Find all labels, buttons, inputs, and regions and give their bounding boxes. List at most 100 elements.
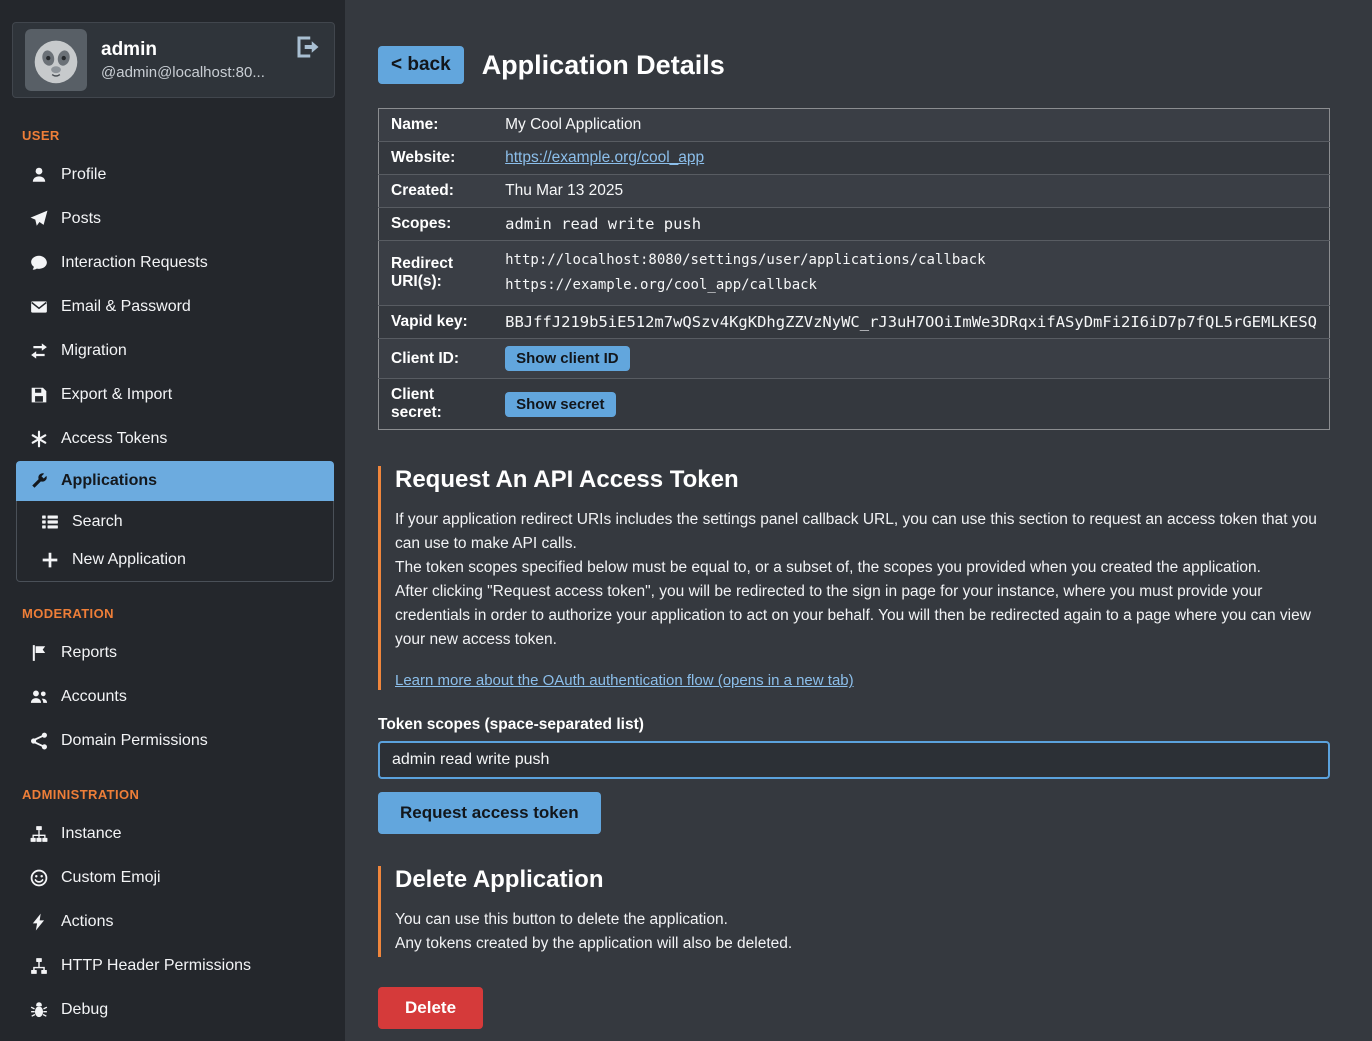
sidebar-item-label: Search <box>72 512 123 532</box>
sidebar-item-posts[interactable]: Posts <box>0 197 345 241</box>
floppy-icon <box>30 386 48 404</box>
sidebar-item-label: Reports <box>61 643 117 663</box>
delete-application-section: Delete Application You can use this butt… <box>378 866 1330 956</box>
token-request-section: Request An API Access Token If your appl… <box>378 466 1330 690</box>
table-row-client-id: Client ID: Show client ID <box>379 339 1330 379</box>
asterisk-icon <box>30 430 48 448</box>
sidebar-item-label: Instance <box>61 824 121 844</box>
row-value: Show client ID <box>493 339 1329 379</box>
sidebar-item-label: Accounts <box>61 687 127 707</box>
sidebar-item-new-application[interactable]: New Application <box>17 541 333 579</box>
row-value: My Cool Application <box>493 109 1329 142</box>
network-icon <box>30 957 48 975</box>
delete-button[interactable]: Delete <box>378 987 483 1029</box>
sidebar-item-label: Interaction Requests <box>61 253 208 273</box>
user-name: admin <box>101 39 265 61</box>
nav-administration: Instance Custom Emoji Actions HTTP Heade… <box>0 812 345 1032</box>
bug-icon <box>30 1001 48 1019</box>
table-row-vapid-key: Vapid key: BBJffJ219b5iE512m7wQSzv4KgKDh… <box>379 306 1330 339</box>
redirect-uri-2: https://example.org/cool_app/callback <box>505 273 1317 298</box>
sidebar-item-label: Applications <box>61 471 157 491</box>
row-label: Name: <box>379 109 494 142</box>
table-row-name: Name: My Cool Application <box>379 109 1330 142</box>
sidebar-item-applications[interactable]: Applications <box>16 461 334 501</box>
delete-section-heading: Delete Application <box>395 866 1330 894</box>
website-link[interactable]: https://example.org/cool_app <box>505 149 704 166</box>
users-icon <box>30 688 48 706</box>
plus-icon <box>41 551 59 569</box>
row-value: http://localhost:8080/settings/user/appl… <box>493 241 1329 306</box>
token-scopes-label: Token scopes (space-separated list) <box>378 716 1330 734</box>
sidebar-item-migration[interactable]: Migration <box>0 329 345 373</box>
user-card[interactable]: admin @admin@localhost:80... <box>12 22 335 98</box>
redirect-uri-1: http://localhost:8080/settings/user/appl… <box>505 248 1317 273</box>
page-title: Application Details <box>482 50 725 81</box>
nav-moderation: Reports Accounts Domain Permissions <box>0 631 345 763</box>
table-row-website: Website: https://example.org/cool_app <box>379 142 1330 175</box>
sidebar-item-interaction-requests[interactable]: Interaction Requests <box>0 241 345 285</box>
sidebar-item-label: Export & Import <box>61 385 172 405</box>
section-label-administration: ADMINISTRATION <box>0 763 345 812</box>
sidebar-item-debug[interactable]: Debug <box>0 988 345 1032</box>
user-meta: admin @admin@localhost:80... <box>101 39 265 81</box>
sidebar-item-email-password[interactable]: Email & Password <box>0 285 345 329</box>
sidebar-item-http-header-permissions[interactable]: HTTP Header Permissions <box>0 944 345 988</box>
sidebar-item-accounts[interactable]: Accounts <box>0 675 345 719</box>
row-value: https://example.org/cool_app <box>493 142 1329 175</box>
sidebar-item-profile[interactable]: Profile <box>0 153 345 197</box>
row-value: admin read write push <box>493 208 1329 241</box>
row-value: Thu Mar 13 2025 <box>493 175 1329 208</box>
token-scopes-input[interactable] <box>378 741 1330 779</box>
nav-user: Profile Posts Interaction Requests Email… <box>0 153 345 582</box>
sidebar-item-domain-permissions[interactable]: Domain Permissions <box>0 719 345 763</box>
delete-section-line-2: Any tokens created by the application wi… <box>395 932 1330 956</box>
sidebar-item-actions[interactable]: Actions <box>0 900 345 944</box>
list-icon <box>41 513 59 531</box>
token-section-heading: Request An API Access Token <box>395 466 1330 494</box>
row-label: Created: <box>379 175 494 208</box>
section-label-user: USER <box>0 104 345 153</box>
sidebar-item-label: Posts <box>61 209 101 229</box>
exchange-arrows-icon <box>30 342 48 360</box>
sidebar-item-export-import[interactable]: Export & Import <box>0 373 345 417</box>
request-access-token-button[interactable]: Request access token <box>378 792 601 834</box>
table-row-client-secret: Client secret: Show secret <box>379 379 1330 430</box>
sidebar: admin @admin@localhost:80... USER Profil… <box>0 0 345 1041</box>
row-label: Scopes: <box>379 208 494 241</box>
row-value: BBJffJ219b5iE512m7wQSzv4KgKDhgZZVzNyWC_r… <box>493 306 1329 339</box>
sidebar-item-access-tokens[interactable]: Access Tokens <box>0 417 345 461</box>
row-value: Show secret <box>493 379 1329 430</box>
row-label: Client secret: <box>379 379 494 430</box>
sidebar-item-reports[interactable]: Reports <box>0 631 345 675</box>
smiley-icon <box>30 869 48 887</box>
sidebar-item-label: Custom Emoji <box>61 868 161 888</box>
sidebar-item-label: Domain Permissions <box>61 731 208 751</box>
table-row-scopes: Scopes: admin read write push <box>379 208 1330 241</box>
sidebar-item-instance[interactable]: Instance <box>0 812 345 856</box>
flag-icon <box>30 644 48 662</box>
sidebar-item-label: New Application <box>72 550 186 570</box>
table-row-created: Created: Thu Mar 13 2025 <box>379 175 1330 208</box>
token-section-paragraph-2: The token scopes specified below must be… <box>395 556 1330 580</box>
logout-icon[interactable] <box>296 35 320 59</box>
back-button[interactable]: < back <box>378 46 464 84</box>
applications-submenu: Search New Application <box>16 501 334 582</box>
oauth-docs-link[interactable]: Learn more about the OAuth authenticatio… <box>395 672 854 689</box>
show-secret-button[interactable]: Show secret <box>505 392 615 417</box>
show-client-id-button[interactable]: Show client ID <box>505 346 630 371</box>
sidebar-item-label: Migration <box>61 341 127 361</box>
row-label: Website: <box>379 142 494 175</box>
token-request-actions: Request access token <box>378 779 1330 866</box>
sidebar-item-label: Profile <box>61 165 106 185</box>
envelope-icon <box>30 298 48 316</box>
sidebar-item-applications-search[interactable]: Search <box>17 503 333 541</box>
token-section-paragraph-1: If your application redirect URIs includ… <box>395 508 1330 556</box>
row-label: Redirect URI(s): <box>379 241 494 306</box>
sidebar-item-custom-emoji[interactable]: Custom Emoji <box>0 856 345 900</box>
sidebar-item-label: Debug <box>61 1000 108 1020</box>
sidebar-item-label: Access Tokens <box>61 429 167 449</box>
delete-section-line-1: You can use this button to delete the ap… <box>395 908 1330 932</box>
application-details-table: Name: My Cool Application Website: https… <box>378 108 1330 430</box>
sloth-avatar <box>25 29 87 91</box>
sidebar-item-label: Actions <box>61 912 113 932</box>
